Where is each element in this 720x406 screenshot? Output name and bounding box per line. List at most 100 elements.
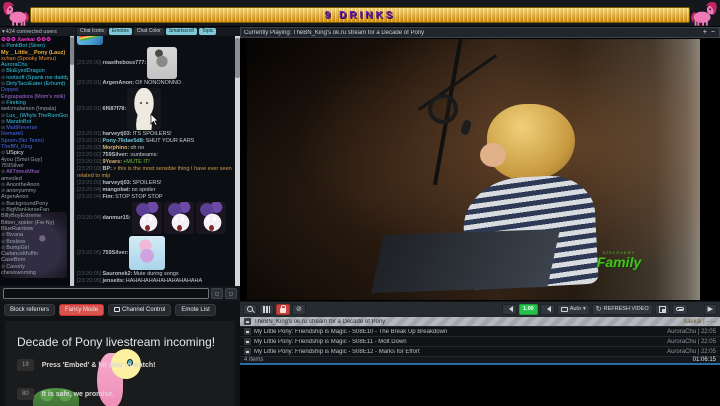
volume-up-button[interactable] (540, 304, 555, 315)
playlist-item[interactable]: My Little Pony: Friendship is Magic - S0… (240, 336, 720, 346)
step-text: Press 'Embed' & hit play to watch! (42, 362, 156, 369)
playlist-item-title: TheBN_King's ok.ru stream for a Decade o… (254, 319, 680, 325)
volume-down-button[interactable] (502, 304, 517, 315)
chat-message: [23:20:02]9Years:+MUTE IT! (77, 159, 233, 166)
girl-hair (487, 104, 575, 180)
chat-input[interactable] (3, 288, 209, 299)
monitor-icon (114, 307, 120, 312)
chat-emote-picker-button[interactable]: ◻ (211, 288, 223, 299)
refresh-video-button[interactable]: ↻ REFRESH VIDEO (592, 304, 653, 315)
motd-title: Decade of Pony livestream incoming! (17, 335, 231, 349)
message-username: ArgenAnon: (102, 80, 134, 86)
user-name: ArgenAnon (1, 194, 29, 200)
afk-icon: ⊘ (1, 182, 5, 188)
playlist-item[interactable]: My Little Pony: Friendship is Magic - S0… (240, 346, 720, 356)
tab-chat-icons[interactable]: Chat Icons (77, 28, 107, 35)
message-text: no spoiler (132, 187, 156, 193)
options-icon: ◻ (229, 291, 233, 297)
playback-rate-button[interactable]: 1.00 (519, 304, 538, 315)
empty-area (240, 365, 720, 406)
embed-link-button[interactable] (672, 304, 688, 315)
message-timestamp: [23:20:01] (77, 80, 101, 86)
tab-emotes[interactable]: Emotes (109, 28, 132, 35)
layout-toggle-button[interactable] (259, 304, 274, 315)
motd-step: 19Press 'Embed' & hit play to watch! (17, 359, 231, 371)
user-list-item[interactable]: chewsworning (1, 270, 68, 276)
user-name: xchan (Spooky Mumu) (1, 56, 56, 62)
message-text: STOP STOP STOP (115, 194, 162, 200)
afk-icon: ⊘ (1, 188, 5, 194)
chat-message: [23:20:01]harveytj03:ITS SPOILERS! (77, 131, 233, 138)
userlist-scrollbar-thumb[interactable] (70, 37, 74, 65)
message-timestamp: [23:20:02] (77, 152, 101, 158)
user-name: Lux_ (Whyls TheRumGone) (6, 113, 68, 119)
user-name: BackgroundPony (6, 201, 48, 207)
message-timestamp: [23:20:01] (77, 138, 101, 144)
afk-icon: ⊘ (1, 43, 5, 49)
chat-actions-row: Block referrers Fancy Mode Channel Control… (0, 301, 240, 318)
chat-message: [23:20:04]danmur15: (77, 201, 233, 235)
chat-message: [23:20:05]jenseits:HAHAHAHAHAHAHAHAHAHA (77, 278, 233, 285)
queue-entry-icon (244, 338, 251, 345)
message-timestamp: [23:20:05] (77, 250, 101, 256)
app-window: 9 DRINKS ▾ 424 connected users ⚙⚙⚙ Xaeka… (0, 0, 720, 406)
message-text: ITS SPOILERS! (133, 131, 172, 137)
next-video-button[interactable]: ▶ (704, 304, 717, 315)
chat-scrollbar-thumb[interactable] (235, 38, 240, 78)
refresh-label: REFRESH VIDEO (604, 306, 649, 312)
chat-tabs: Chat IconsEmotesChat ColorSmartscrollTop… (75, 27, 240, 36)
caret-down-icon: ▾ (583, 306, 586, 312)
next-icon: ▶ (708, 306, 713, 313)
zoom-tool-button[interactable] (243, 304, 257, 315)
fancy-mode-button[interactable]: Fancy Mode (59, 304, 104, 316)
afk-icon: ⊘ (1, 201, 5, 207)
message-username: 9Years: (102, 159, 122, 165)
chat-message: [23:20:04]Fim:STOP STOP STOP (77, 194, 233, 201)
message-timestamp: [23:20:04] (77, 187, 101, 193)
disable-button[interactable]: ⊘ (292, 304, 306, 315)
user-name: Fireking (6, 100, 26, 106)
monitor-icon (561, 307, 568, 312)
playlist-item[interactable]: My Little Pony: Friendship is Magic - S0… (240, 326, 720, 336)
rarity-emote (196, 202, 226, 234)
user-name: Boxless (6, 239, 25, 245)
motd-step: 80It is safe, we promise. (17, 388, 231, 400)
refresh-icon: ↻ (596, 306, 602, 313)
playlist-item[interactable]: TheBN_King's ok.ru stream for a Decade o… (240, 316, 720, 326)
message-text: oh no (130, 145, 144, 151)
chat-input-row: ◻ ◻ (0, 286, 240, 301)
chat-panel: Chat IconsEmotesChat ColorSmartscrollTop… (75, 27, 240, 286)
emote-list-button[interactable]: Emote List (175, 304, 215, 316)
rainbow-dash-emote (77, 36, 103, 45)
chat-message: [23:20:01]6f687f78: (77, 87, 233, 131)
video-frame: DISCOVERY Family (247, 39, 700, 300)
player-enlarge-button[interactable]: + (702, 28, 708, 37)
queue-entry-icon (244, 328, 251, 335)
afk-icon: ⊘ (1, 119, 5, 125)
player-shrink-button[interactable]: − (710, 28, 716, 37)
video-player[interactable]: DISCOVERY Family (240, 38, 720, 301)
userlist-scrollbar[interactable] (70, 36, 74, 286)
quality-label: Auto (570, 306, 581, 312)
playlist-item-meta: AuroraChu | 22:05 (667, 349, 716, 355)
tab-chat-color[interactable]: Chat Color (134, 28, 164, 35)
afk-icon: ⊘ (1, 125, 5, 131)
message-username: roastheboss777: (102, 60, 146, 66)
lock-playlist-button[interactable] (276, 304, 290, 315)
message-text: SHUT YOUR EARS (146, 138, 195, 144)
chat-messages: [23:20:00]roastheboss777:[23:20:01]Argen… (75, 36, 240, 286)
afk-icon: ⊘ (1, 81, 5, 87)
channel-control-button[interactable]: Channel Control (108, 304, 171, 316)
userlist-header[interactable]: ▾ 424 connected users (0, 27, 74, 36)
chat-message: [23:20:03]harveytj03:SPOILERS! (77, 180, 233, 187)
message-timestamp: [23:20:04] (77, 194, 101, 200)
tab-smartscroll[interactable]: Smartscroll (166, 28, 197, 35)
quality-dropdown[interactable]: Auto ▾ (557, 304, 590, 315)
user-name: AllTimesMhar (6, 169, 39, 175)
block-referrers-button[interactable]: Block referrers (4, 304, 55, 316)
tab-topic[interactable]: Topic (199, 28, 217, 35)
chat-scrollbar[interactable] (235, 36, 240, 286)
fullscreen-button[interactable] (655, 304, 670, 315)
chat-options-button[interactable]: ◻ (225, 288, 237, 299)
player-controls-right: 1.00 Auto ▾ ↻ REFRESH VIDEO ▶ (502, 304, 717, 315)
